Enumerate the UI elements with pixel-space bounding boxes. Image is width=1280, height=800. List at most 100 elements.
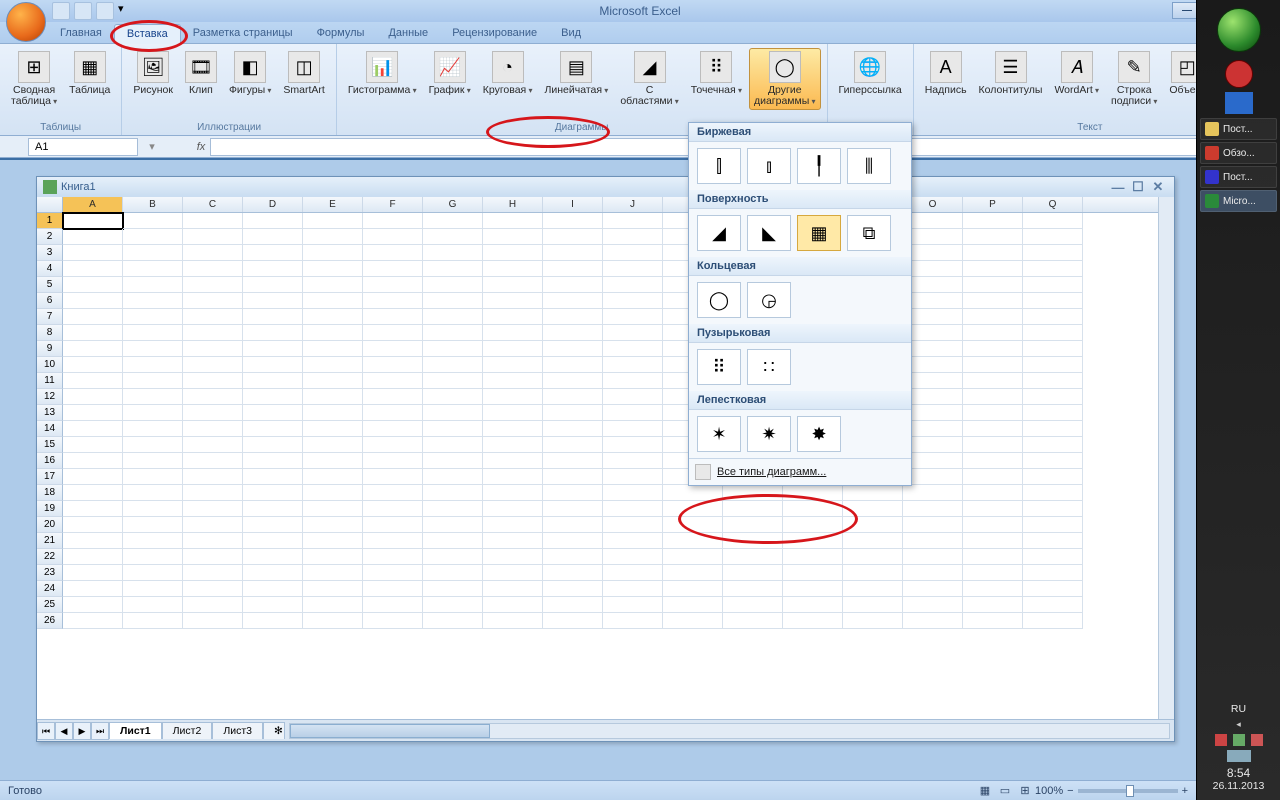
cell[interactable] bbox=[963, 405, 1023, 421]
cell[interactable] bbox=[423, 405, 483, 421]
cell[interactable] bbox=[783, 549, 843, 565]
cell[interactable] bbox=[303, 581, 363, 597]
cell[interactable] bbox=[963, 501, 1023, 517]
cell[interactable] bbox=[483, 581, 543, 597]
cell[interactable] bbox=[243, 229, 303, 245]
cell[interactable] bbox=[963, 421, 1023, 437]
cell[interactable] bbox=[1023, 325, 1083, 341]
cell[interactable] bbox=[123, 389, 183, 405]
column-header[interactable]: D bbox=[243, 197, 303, 212]
cell[interactable] bbox=[903, 533, 963, 549]
cell[interactable] bbox=[483, 421, 543, 437]
cell[interactable] bbox=[123, 325, 183, 341]
workbook-close-button[interactable]: ✕ bbox=[1148, 179, 1168, 195]
cell[interactable] bbox=[363, 453, 423, 469]
cell[interactable] bbox=[483, 245, 543, 261]
column-header[interactable]: I bbox=[543, 197, 603, 212]
cell[interactable] bbox=[183, 581, 243, 597]
ribbon-tab[interactable]: Главная bbox=[48, 24, 114, 43]
cell[interactable] bbox=[1023, 581, 1083, 597]
cell[interactable] bbox=[123, 533, 183, 549]
cell[interactable] bbox=[183, 533, 243, 549]
sheet-nav-prev-icon[interactable]: ◀ bbox=[55, 722, 73, 740]
ribbon-button[interactable]: ▦Таблица bbox=[64, 48, 115, 99]
qat-redo-icon[interactable] bbox=[96, 2, 114, 20]
cell[interactable] bbox=[63, 613, 123, 629]
cell[interactable] bbox=[243, 565, 303, 581]
start-button[interactable] bbox=[1217, 8, 1261, 52]
cell[interactable] bbox=[123, 261, 183, 277]
cell[interactable] bbox=[543, 293, 603, 309]
row-header[interactable]: 1 bbox=[37, 213, 63, 229]
cell[interactable] bbox=[123, 309, 183, 325]
ribbon-button[interactable]: 🖼Рисунок bbox=[128, 48, 178, 99]
cell[interactable] bbox=[1023, 213, 1083, 229]
cell[interactable] bbox=[543, 309, 603, 325]
tray-app-icon[interactable] bbox=[1225, 92, 1253, 114]
ribbon-button[interactable]: 🎞Клип bbox=[180, 48, 222, 99]
select-all-corner[interactable] bbox=[37, 197, 63, 212]
workbook-titlebar[interactable]: Книга1 — ☐ ✕ bbox=[37, 177, 1174, 197]
cell[interactable] bbox=[123, 501, 183, 517]
chart-type-option[interactable]: ◣ bbox=[747, 215, 791, 251]
ribbon-tab[interactable]: Вид bbox=[549, 24, 593, 43]
spreadsheet-grid[interactable]: ABCDEFGHIJKLMNOPQ 1234567891011121314151… bbox=[37, 197, 1174, 719]
cell[interactable] bbox=[483, 389, 543, 405]
tray-icon[interactable] bbox=[1215, 734, 1227, 746]
view-pagebreak-icon[interactable]: ⊞ bbox=[1015, 784, 1035, 797]
cell[interactable] bbox=[303, 501, 363, 517]
column-header[interactable]: P bbox=[963, 197, 1023, 212]
cell[interactable] bbox=[63, 437, 123, 453]
sheet-nav-last-icon[interactable]: ⏭ bbox=[91, 722, 109, 740]
cell[interactable] bbox=[363, 229, 423, 245]
cell[interactable] bbox=[483, 405, 543, 421]
cell[interactable] bbox=[963, 245, 1023, 261]
cell[interactable] bbox=[63, 549, 123, 565]
row-header[interactable]: 24 bbox=[37, 581, 63, 597]
cell[interactable] bbox=[843, 485, 903, 501]
cell[interactable] bbox=[603, 533, 663, 549]
cell[interactable] bbox=[963, 277, 1023, 293]
cell[interactable] bbox=[963, 373, 1023, 389]
cell[interactable] bbox=[603, 565, 663, 581]
cell[interactable] bbox=[63, 565, 123, 581]
cell[interactable] bbox=[243, 309, 303, 325]
cell[interactable] bbox=[183, 437, 243, 453]
row-header[interactable]: 11 bbox=[37, 373, 63, 389]
cell[interactable] bbox=[243, 549, 303, 565]
column-header[interactable]: Q bbox=[1023, 197, 1083, 212]
cell[interactable] bbox=[363, 533, 423, 549]
row-header[interactable]: 17 bbox=[37, 469, 63, 485]
row-header[interactable]: 23 bbox=[37, 565, 63, 581]
cell[interactable] bbox=[1023, 485, 1083, 501]
cell[interactable] bbox=[603, 229, 663, 245]
cell[interactable] bbox=[903, 245, 963, 261]
cell[interactable] bbox=[423, 533, 483, 549]
cell[interactable] bbox=[543, 405, 603, 421]
cell[interactable] bbox=[963, 517, 1023, 533]
cell[interactable] bbox=[303, 597, 363, 613]
column-header[interactable]: O bbox=[903, 197, 963, 212]
cell[interactable] bbox=[483, 437, 543, 453]
cell[interactable] bbox=[843, 613, 903, 629]
cell[interactable] bbox=[543, 325, 603, 341]
cell[interactable] bbox=[243, 373, 303, 389]
cell[interactable] bbox=[63, 213, 123, 229]
cell[interactable] bbox=[243, 293, 303, 309]
taskbar-item[interactable]: Пост... bbox=[1200, 118, 1277, 140]
cell[interactable] bbox=[303, 325, 363, 341]
cell[interactable] bbox=[963, 229, 1023, 245]
column-header[interactable]: F bbox=[363, 197, 423, 212]
ribbon-button[interactable]: ☰Колонтитулы bbox=[974, 48, 1048, 99]
cell[interactable] bbox=[423, 389, 483, 405]
cell[interactable] bbox=[183, 373, 243, 389]
cell[interactable] bbox=[423, 261, 483, 277]
taskbar-item[interactable]: Пост... bbox=[1200, 166, 1277, 188]
cell[interactable] bbox=[1023, 245, 1083, 261]
cell[interactable] bbox=[1023, 565, 1083, 581]
ribbon-button[interactable]: 𝐴WordArt bbox=[1049, 48, 1104, 99]
cell[interactable] bbox=[243, 469, 303, 485]
sheet-nav-first-icon[interactable]: ⏮ bbox=[37, 722, 55, 740]
cell[interactable] bbox=[1023, 389, 1083, 405]
cell[interactable] bbox=[63, 341, 123, 357]
